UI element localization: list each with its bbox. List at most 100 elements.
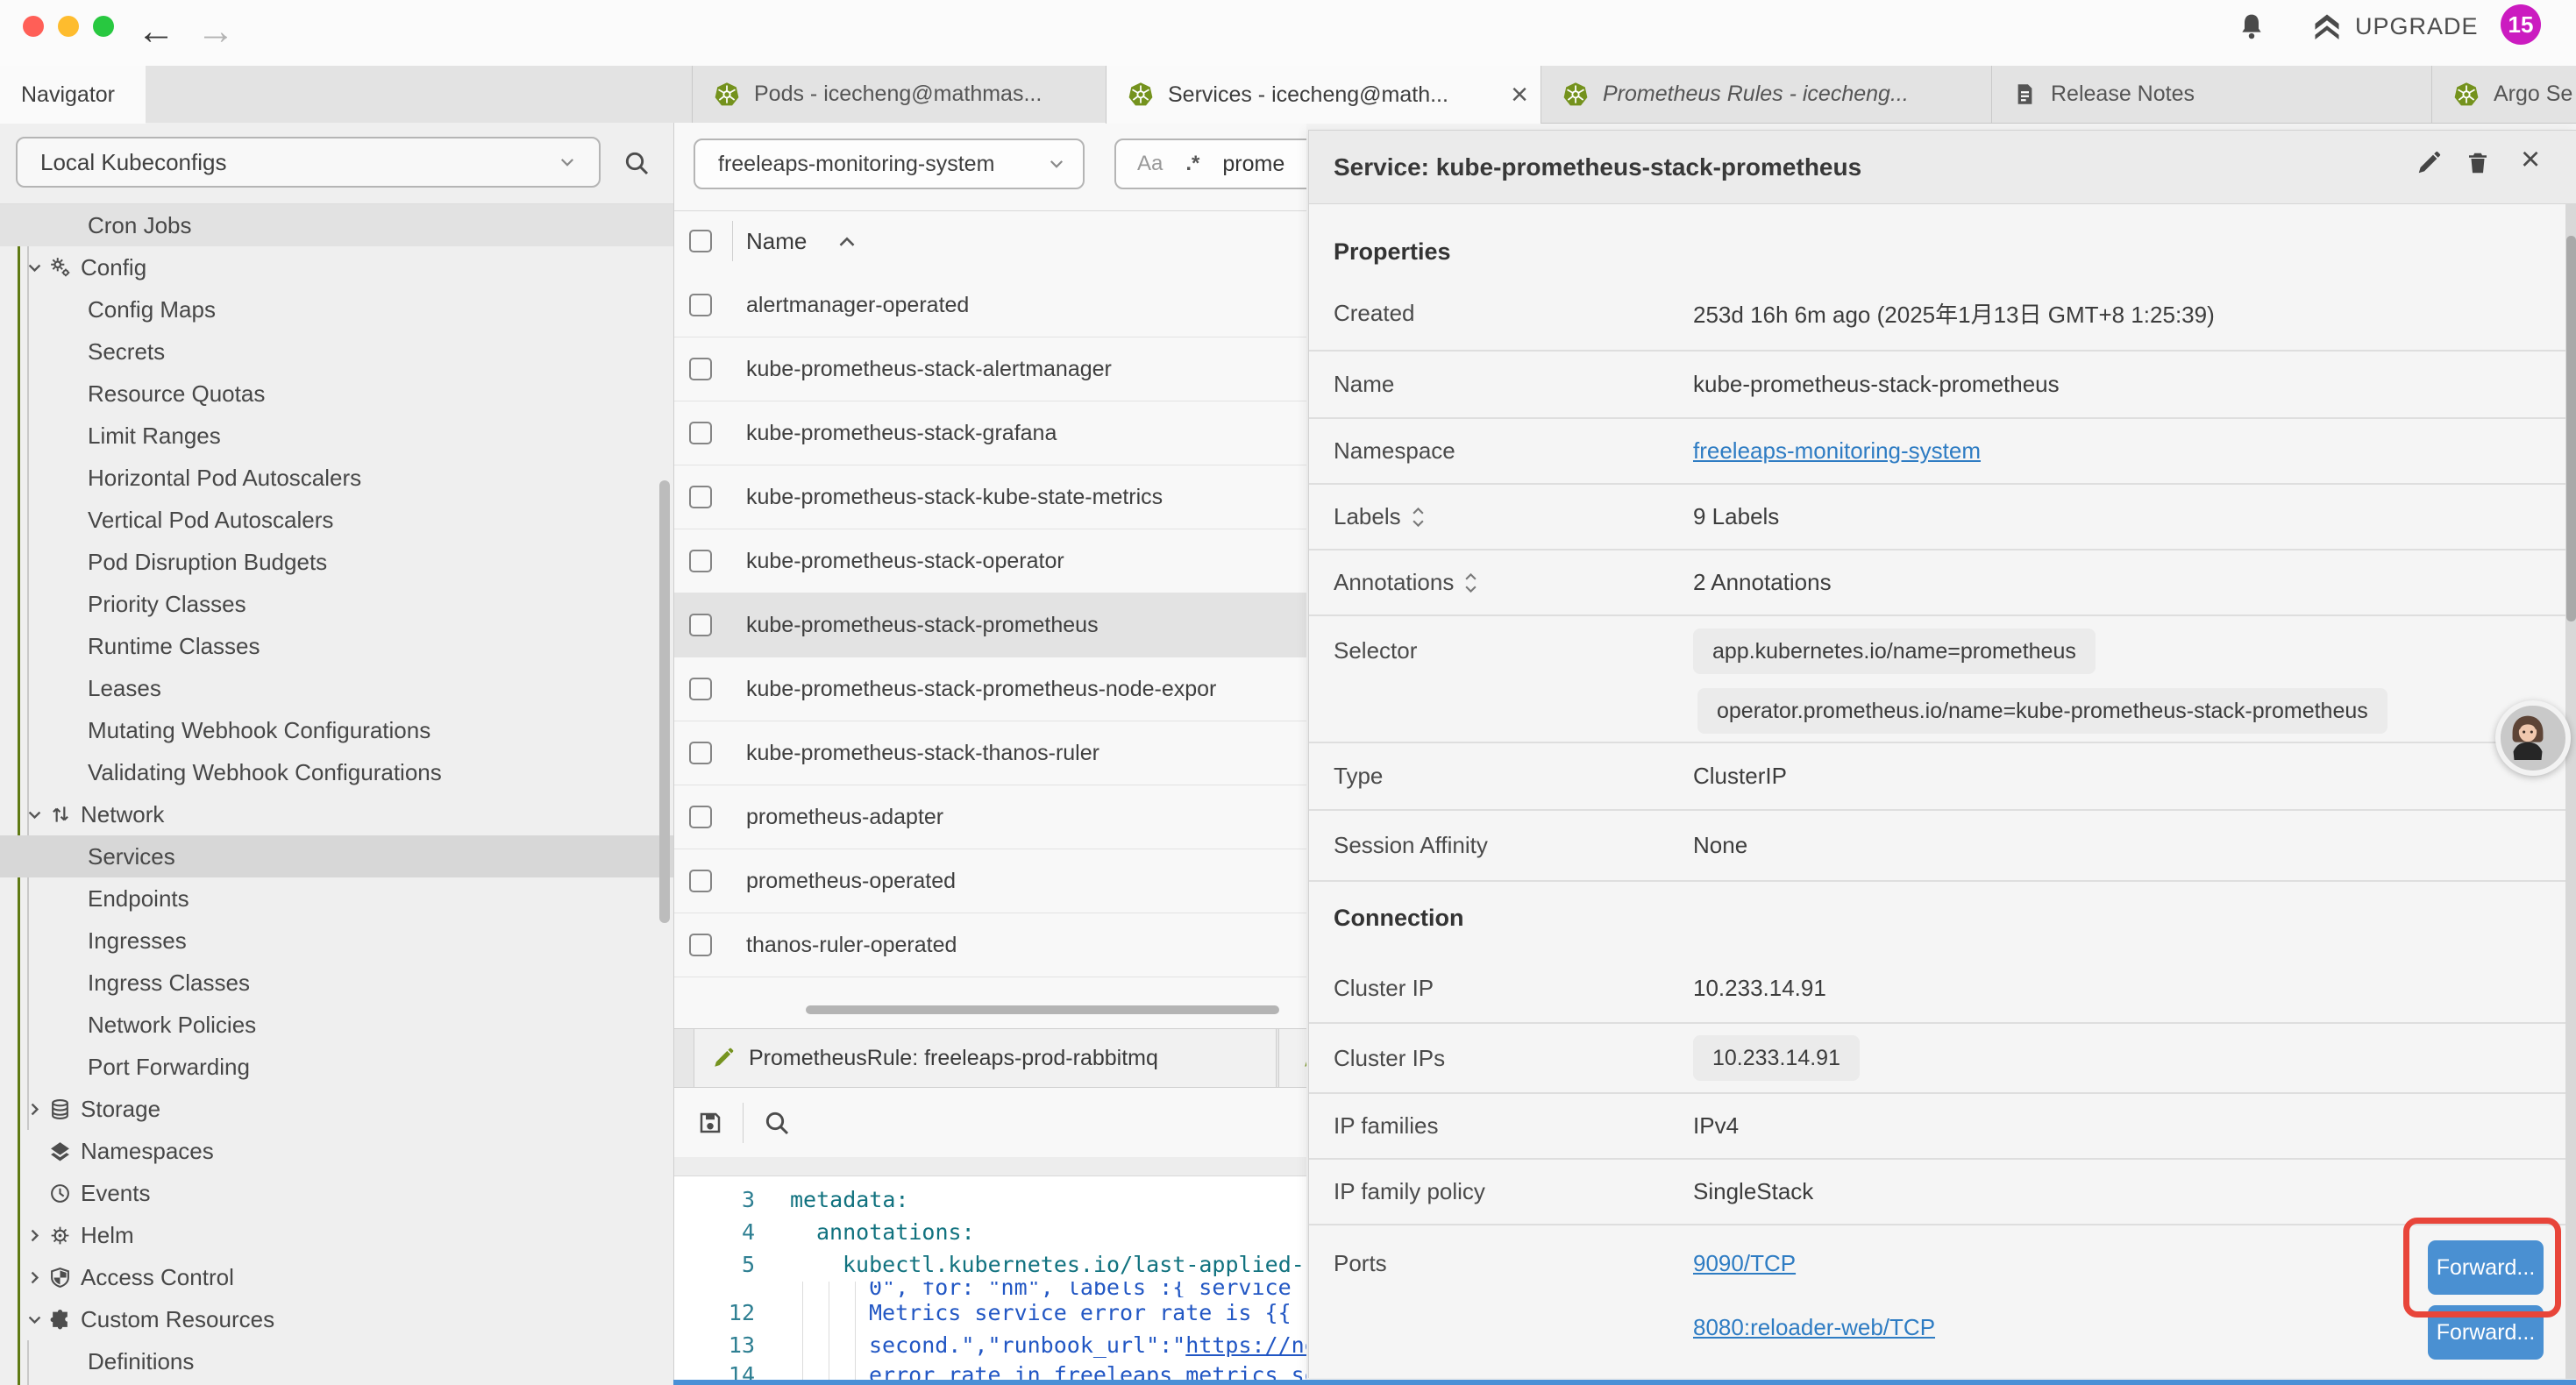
profile-badge[interactable]: 15 [2501, 4, 2541, 45]
tab-release-notes[interactable]: Release Notes [1991, 66, 2431, 123]
url-link[interactable]: https://net [1185, 1332, 1306, 1358]
row-checkbox[interactable] [689, 486, 712, 508]
row-checkbox[interactable] [689, 294, 712, 316]
expand-updown-icon[interactable] [1464, 572, 1477, 593]
sidebar-item-helm[interactable]: Helm [0, 1214, 673, 1256]
sidebar-item-secrets[interactable]: Secrets [0, 330, 673, 373]
editor-tab-partial[interactable] [1278, 1029, 1306, 1087]
sidebar-item-leases[interactable]: Leases [0, 667, 673, 709]
tab-services[interactable]: Services - icecheng@math... × [1106, 66, 1541, 124]
sidebar-item-config[interactable]: Config [0, 246, 673, 288]
close-panel-icon[interactable]: × [2521, 141, 2540, 179]
yaml-editor[interactable]: 3metadata:4annotations:5kubectl.kubernet… [674, 1176, 1306, 1380]
match-case-icon[interactable]: Aa [1137, 152, 1163, 176]
table-row-kube-prometheus-stack-grafana[interactable]: kube-prometheus-stack-grafana [674, 401, 1306, 465]
select-all-checkbox[interactable] [689, 230, 712, 252]
sidebar-item-ingress-classes[interactable]: Ingress Classes [0, 962, 673, 1004]
sidebar-item-config-maps[interactable]: Config Maps [0, 288, 673, 330]
sidebar-item-definitions[interactable]: Definitions [0, 1340, 673, 1382]
row-checkbox[interactable] [689, 550, 712, 572]
kubeconfig-select[interactable]: Local Kubeconfigs [16, 137, 601, 188]
sidebar-item-events[interactable]: Events [0, 1172, 673, 1214]
save-icon[interactable] [697, 1110, 723, 1136]
chevron-right-icon[interactable] [26, 1101, 49, 1118]
sidebar-item-storage[interactable]: Storage [0, 1088, 673, 1130]
sidebar-item-namespaces[interactable]: Namespaces [0, 1130, 673, 1172]
tab-pods[interactable]: Pods - icecheng@mathmas... [692, 66, 1106, 123]
close-tab-icon[interactable]: × [1511, 80, 1528, 110]
sidebar-item-limit-ranges[interactable]: Limit Ranges [0, 415, 673, 457]
sidebar-item-pod-disruption-budgets[interactable]: Pod Disruption Budgets [0, 541, 673, 583]
edit-pencil-icon[interactable] [2416, 150, 2442, 176]
back-arrow-icon[interactable]: ← [137, 5, 175, 58]
table-row-prometheus-operated[interactable]: prometheus-operated [674, 849, 1306, 913]
sidebar-item-horizontal-pod-autoscalers[interactable]: Horizontal Pod Autoscalers [0, 457, 673, 499]
sidebar-item-services[interactable]: Services [0, 835, 673, 877]
editor-tab-prometheusrule[interactable]: PrometheusRule: freeleaps-prod-rabbitmq [694, 1029, 1277, 1087]
sidebar-item-runtime-classes[interactable]: Runtime Classes [0, 625, 673, 667]
window-minimize-button[interactable] [58, 16, 79, 37]
row-checkbox[interactable] [689, 422, 712, 444]
table-row-prometheus-adapter[interactable]: prometheus-adapter [674, 785, 1306, 849]
avatar[interactable] [2495, 700, 2571, 776]
row-checkbox[interactable] [689, 678, 712, 700]
tab-prometheus-rules[interactable]: Prometheus Rules - icecheng... [1541, 66, 1991, 123]
table-row-kube-prometheus-stack-prometheus[interactable]: kube-prometheus-stack-prometheus [674, 593, 1306, 657]
sidebar-scrollbar[interactable] [659, 480, 670, 923]
table-row-kube-prometheus-stack-kube-state-metrics[interactable]: kube-prometheus-stack-kube-state-metrics [674, 465, 1306, 529]
row-checkbox[interactable] [689, 742, 712, 764]
sidebar-item-port-forwarding[interactable]: Port Forwarding [0, 1046, 673, 1088]
table-row-kube-prometheus-stack-operator[interactable]: kube-prometheus-stack-operator [674, 529, 1306, 593]
table-row-kube-prometheus-stack-thanos-ruler[interactable]: kube-prometheus-stack-thanos-ruler [674, 721, 1306, 785]
sidebar-item-validating-webhook-configurations[interactable]: Validating Webhook Configurations [0, 751, 673, 793]
sidebar-item-endpoints[interactable]: Endpoints [0, 877, 673, 920]
detail-scrollbar-thumb[interactable] [2566, 236, 2576, 621]
chevron-down-icon[interactable] [26, 1311, 49, 1328]
window-zoom-button[interactable] [93, 16, 114, 37]
row-checkbox[interactable] [689, 358, 712, 380]
row-checkbox[interactable] [689, 806, 712, 828]
sidebar-item-network-policies[interactable]: Network Policies [0, 1004, 673, 1046]
sidebar-item-resource-quotas[interactable]: Resource Quotas [0, 373, 673, 415]
chevron-right-icon[interactable] [26, 1269, 49, 1286]
forward-arrow-icon[interactable]: → [196, 5, 235, 58]
search-icon[interactable] [623, 149, 651, 177]
sidebar-item-mutating-webhook-configurations[interactable]: Mutating Webhook Configurations [0, 709, 673, 751]
table-row-thanos-ruler-operated[interactable]: thanos-ruler-operated [674, 913, 1306, 977]
namespace-select[interactable]: freeleaps-monitoring-system [694, 138, 1085, 189]
port-link[interactable]: 8080:reloader-web/TCP [1693, 1314, 1935, 1341]
table-row-kube-prometheus-stack-prometheus-node-expor[interactable]: kube-prometheus-stack-prometheus-node-ex… [674, 657, 1306, 721]
upgrade-button[interactable]: UPGRADE [2311, 11, 2479, 42]
table-row-alertmanager-operated[interactable]: alertmanager-operated [674, 273, 1306, 337]
chevron-down-icon[interactable] [26, 259, 49, 276]
tab-argo[interactable]: Argo Se [2431, 66, 2576, 123]
sidebar-item-vertical-pod-autoscalers[interactable]: Vertical Pod Autoscalers [0, 499, 673, 541]
row-checkbox[interactable] [689, 614, 712, 636]
chevron-down-icon[interactable] [26, 806, 49, 823]
chevron-right-icon[interactable] [26, 1227, 49, 1244]
search-input[interactable]: Aa .* prome [1114, 138, 1306, 189]
editor-search-icon[interactable] [763, 1109, 791, 1137]
row-checkbox[interactable] [689, 870, 712, 892]
sidebar-item-network[interactable]: Network [0, 793, 673, 835]
table-horizontal-scrollbar[interactable] [806, 1005, 1279, 1014]
namespace-link[interactable]: freeleaps-monitoring-system [1693, 437, 1981, 465]
expand-updown-icon[interactable] [1412, 507, 1425, 528]
table-row-kube-prometheus-stack-alertmanager[interactable]: kube-prometheus-stack-alertmanager [674, 337, 1306, 401]
row-checkbox[interactable] [689, 934, 712, 956]
sidebar-item-custom-resources[interactable]: Custom Resources [0, 1298, 673, 1340]
editor-scroll-strip[interactable] [674, 1157, 1306, 1176]
bell-icon[interactable] [2238, 12, 2266, 40]
sort-ascending-icon[interactable] [837, 235, 857, 248]
port-link[interactable]: 9090/TCP [1693, 1250, 1796, 1277]
tab-navigator[interactable]: Navigator [0, 66, 146, 124]
name-column-header[interactable]: Name [746, 228, 807, 255]
editor-tab-label: PrometheusRule: freeleaps-prod-rabbitmq [749, 1046, 1158, 1071]
sidebar-item-cron-jobs[interactable]: Cron Jobs [0, 204, 673, 246]
sidebar-item-ingresses[interactable]: Ingresses [0, 920, 673, 962]
regex-icon[interactable]: .* [1185, 152, 1199, 176]
trash-icon[interactable] [2465, 150, 2491, 176]
sidebar-item-access-control[interactable]: Access Control [0, 1256, 673, 1298]
window-close-button[interactable] [23, 16, 44, 37]
sidebar-item-priority-classes[interactable]: Priority Classes [0, 583, 673, 625]
